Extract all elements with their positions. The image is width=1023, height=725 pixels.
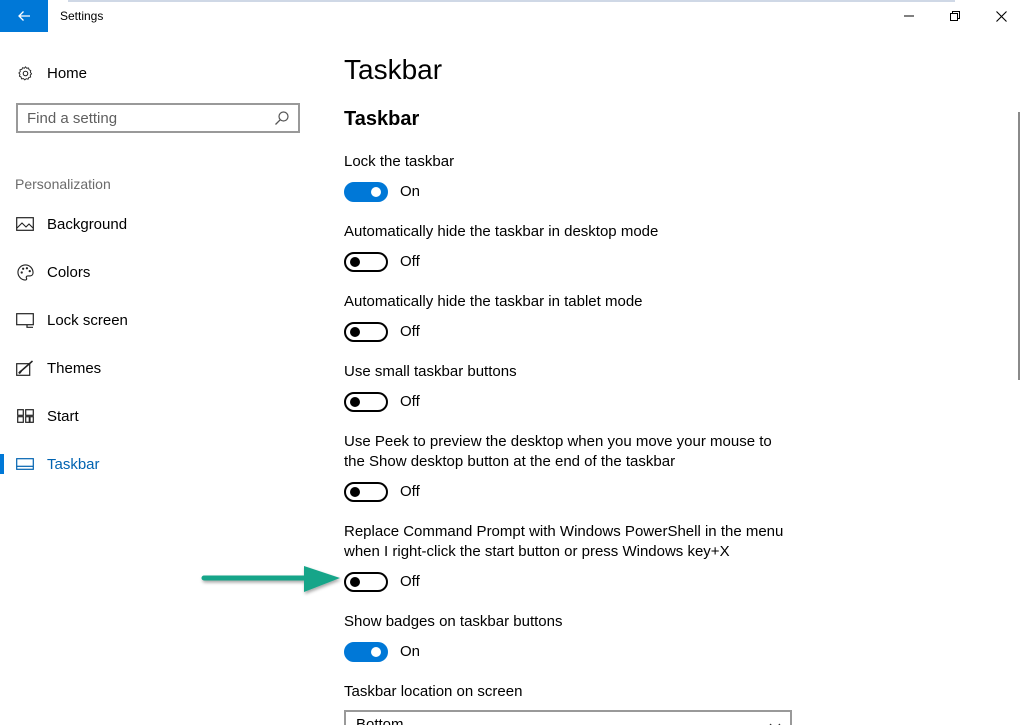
sidebar-item-home[interactable]: Home — [0, 60, 320, 86]
sidebar-item-background[interactable]: Background — [0, 209, 320, 239]
gear-icon — [17, 65, 32, 80]
close-button[interactable] — [978, 0, 1023, 32]
sidebar-item-lock-screen[interactable]: Lock screen — [0, 305, 320, 335]
toggle-powershell[interactable] — [344, 572, 388, 592]
title-bar-accent-line — [68, 0, 955, 2]
main-content: Taskbar Taskbar Lock the taskbar On Auto… — [344, 32, 1004, 725]
close-icon — [995, 10, 1007, 22]
setting-label: Lock the taskbar — [344, 153, 455, 170]
brush-icon — [16, 360, 33, 376]
toggle-state-text: On — [400, 183, 421, 200]
toggle-state-text: Off — [400, 483, 420, 500]
sidebar-item-label: Colors — [47, 263, 91, 281]
sidebar-item-label: Lock screen — [47, 311, 128, 329]
sidebar: Home Personalization Background — [0, 32, 320, 725]
sidebar-item-taskbar[interactable]: Taskbar — [0, 449, 320, 479]
toggle-peek[interactable] — [344, 482, 388, 502]
page-title: Taskbar — [344, 54, 443, 85]
toggle-state-text: On — [400, 643, 421, 660]
sidebar-item-colors[interactable]: Colors — [0, 257, 320, 287]
toggle-knob — [371, 187, 381, 197]
palette-icon — [16, 263, 34, 281]
setting-lock-taskbar: Lock the taskbar On — [344, 152, 804, 204]
setting-small-buttons: Use small taskbar buttons Off — [344, 362, 804, 414]
setting-location: Taskbar location on screen — [344, 682, 804, 702]
setting-label: Show badges on taskbar buttons — [344, 613, 563, 630]
title-bar: Settings — [0, 0, 1023, 32]
toggle-badges[interactable] — [344, 642, 388, 662]
toggle-knob — [350, 257, 360, 267]
back-button[interactable] — [0, 0, 48, 32]
setting-peek: Use Peek to preview the desktop when you… — [344, 432, 784, 504]
toggle-knob — [350, 487, 360, 497]
restore-icon — [950, 11, 960, 21]
sidebar-item-label: Home — [47, 64, 88, 82]
toggle-knob — [350, 397, 360, 407]
toggle-state-text: Off — [400, 253, 420, 270]
restore-button[interactable] — [932, 0, 978, 32]
setting-label: Automatically hide the taskbar in tablet… — [344, 293, 643, 310]
toggle-state-text: Off — [400, 393, 420, 410]
settings-window: Settings Home Find a setting Personaliza… — [0, 0, 1023, 725]
toggle-autohide-desktop[interactable] — [344, 252, 388, 272]
arrow-left-icon — [18, 11, 30, 21]
setting-autohide-desktop: Automatically hide the taskbar in deskto… — [344, 222, 804, 274]
toggle-knob — [350, 577, 360, 587]
sidebar-item-label: Start — [47, 407, 79, 425]
picture-icon — [16, 217, 34, 231]
start-tiles-icon — [16, 409, 34, 423]
chevron-down-icon — [769, 723, 781, 725]
toggle-autohide-tablet[interactable] — [344, 322, 388, 342]
setting-badges: Show badges on taskbar buttons On — [344, 612, 804, 664]
toggle-lock-taskbar[interactable] — [344, 182, 388, 202]
toggle-knob — [350, 327, 360, 337]
sidebar-item-label: Themes — [47, 359, 102, 377]
setting-label: Taskbar location on screen — [344, 683, 523, 700]
window-title: Settings — [60, 9, 104, 23]
toggle-small-buttons[interactable] — [344, 392, 388, 412]
setting-label: Replace Command Prompt with Windows Powe… — [344, 523, 784, 560]
toggle-knob — [371, 647, 381, 657]
active-indicator — [0, 454, 4, 474]
search-icon[interactable] — [274, 110, 290, 126]
toggle-state-text: Off — [400, 573, 420, 590]
setting-label: Use Peek to preview the desktop when you… — [344, 433, 772, 470]
search-box[interactable] — [16, 103, 300, 133]
sidebar-item-label: Taskbar — [47, 455, 100, 473]
toggle-state-text: Off — [400, 323, 420, 340]
setting-powershell: Replace Command Prompt with Windows Powe… — [344, 522, 794, 594]
setting-autohide-tablet: Automatically hide the taskbar in tablet… — [344, 292, 804, 344]
minimize-button[interactable] — [886, 0, 932, 32]
sidebar-item-label: Background — [47, 215, 128, 233]
scrollbar-thumb[interactable] — [1018, 112, 1020, 380]
dropdown-selected-value: Bottom — [356, 716, 404, 725]
setting-label: Use small taskbar buttons — [344, 363, 517, 380]
taskbar-icon — [16, 458, 34, 470]
minimize-icon — [904, 15, 914, 17]
sidebar-item-themes[interactable]: Themes — [0, 353, 320, 383]
arrow-right-icon — [201, 566, 340, 592]
section-title: Taskbar — [344, 108, 420, 130]
sidebar-item-start[interactable]: Start — [0, 401, 320, 431]
section-label-personalization: Personalization — [15, 176, 111, 192]
setting-label: Automatically hide the taskbar in deskto… — [344, 223, 659, 240]
search-input[interactable] — [27, 108, 267, 128]
taskbar-location-dropdown[interactable]: Bottom — [344, 710, 792, 725]
monitor-icon — [16, 312, 34, 328]
